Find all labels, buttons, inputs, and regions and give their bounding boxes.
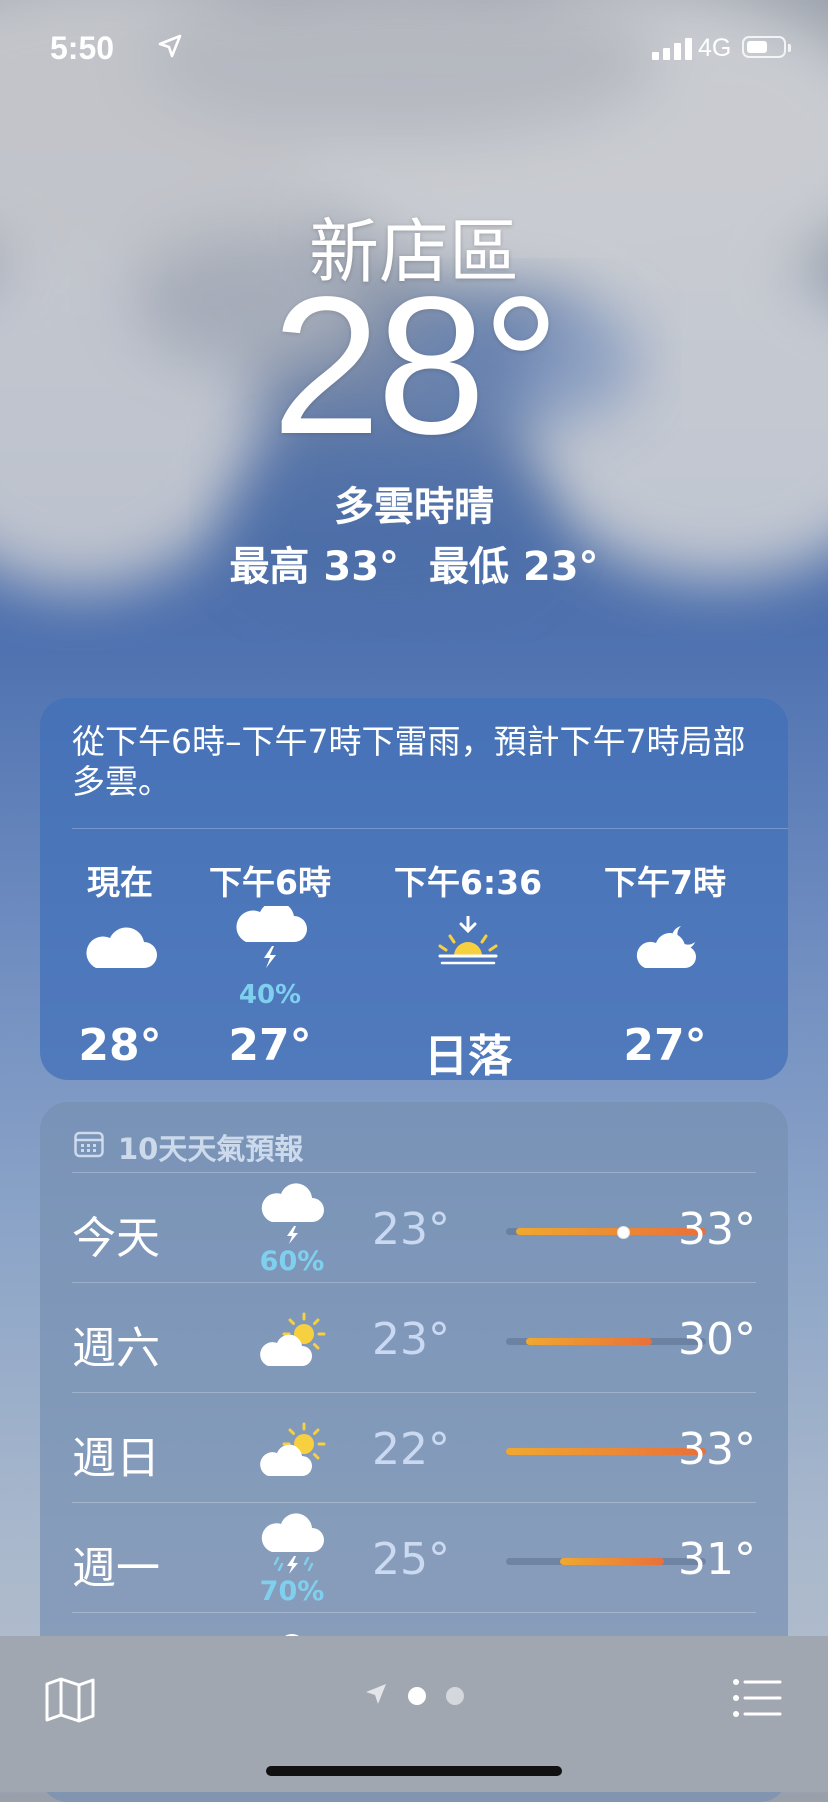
temperature-range-bar [506, 1448, 706, 1455]
divider [72, 828, 788, 829]
partly-sunny-icon [232, 1402, 352, 1492]
divider [72, 1282, 756, 1283]
hourly-forecast-card[interactable]: 從下午6時–下午7時下雷雨，預計下午7時局部多雲。 現在 28° 下午6時 40… [40, 698, 788, 1082]
forecast-day: 週六 [72, 1323, 160, 1374]
temperature-range-fill [560, 1558, 664, 1565]
forecast-day: 週日 [72, 1433, 160, 1484]
page-dot-active[interactable] [408, 1687, 426, 1705]
forecast-day: 今天 [72, 1213, 160, 1264]
battery-icon [742, 36, 791, 58]
status-bar: 5:50 4G [0, 0, 828, 100]
precipitation-chance: 60% [259, 1246, 325, 1277]
hour-item: 現在 28° [40, 856, 200, 1071]
hour-label: 現在 [87, 863, 153, 902]
hour-temperature: 27° [228, 1020, 312, 1071]
cellular-signal-icon [652, 38, 692, 60]
current-temperature-marker [617, 1226, 630, 1239]
temperature-range-bar [506, 1338, 706, 1345]
high-temperature: 最高 33° [229, 544, 400, 590]
low-temperature: 22° [372, 1424, 450, 1475]
forecast-title: 10天天氣預報 [118, 1132, 304, 1166]
divider [72, 1502, 756, 1503]
temperature-range-bar [506, 1226, 706, 1239]
location-arrow-icon [158, 34, 182, 62]
forecast-row[interactable]: 今天 60% 23° 33° [72, 1172, 756, 1282]
temperature-range-fill [526, 1338, 652, 1345]
thunderstorm-icon [190, 901, 350, 976]
network-type: 4G [698, 34, 732, 62]
high-temperature: 33° [678, 1204, 756, 1255]
cloud-moon-icon [585, 916, 745, 986]
low-temperature: 23° [372, 1314, 450, 1365]
hour-item: 下午6:36 日落 [348, 856, 588, 1082]
high-temperature: 30° [678, 1314, 756, 1365]
forecast-row[interactable]: 週一 70% 25° 31° [72, 1502, 756, 1612]
divider [72, 1172, 756, 1173]
current-temperature: 28° [271, 256, 560, 475]
hour-temperature: 27° [623, 1020, 707, 1071]
calendar-icon [74, 1130, 104, 1165]
weather-summary: 從下午6時–下午7時下雷雨，預計下午7時局部多雲。 [72, 722, 746, 801]
hour-temperature: 28° [78, 1020, 162, 1071]
partly-sunny-icon [232, 1292, 352, 1382]
divider [72, 1612, 756, 1613]
hour-label: 下午7時 [604, 863, 726, 902]
low-temperature: 最低 23° [428, 544, 599, 590]
high-temperature: 33° [678, 1424, 756, 1475]
cloud-icon [40, 916, 200, 986]
precipitation-chance: 70% [259, 1576, 325, 1607]
sunset-icon [348, 914, 588, 986]
forecast-row[interactable]: 週六 23° 30° [72, 1282, 756, 1392]
precipitation-chance: 40% [238, 980, 302, 1010]
low-temperature: 23° [372, 1204, 450, 1255]
current-condition: 多雲時晴 [334, 484, 494, 530]
list-icon[interactable] [732, 1678, 782, 1722]
hour-label: 下午6:36 [393, 863, 543, 902]
low-temperature: 25° [372, 1534, 450, 1585]
temperature-range-fill [506, 1448, 706, 1455]
divider [72, 1392, 756, 1393]
hour-item: 下午7時 27° [585, 856, 745, 1071]
forecast-header: 10天天氣預報 [74, 1126, 303, 1168]
home-indicator[interactable] [266, 1766, 562, 1776]
high-temperature: 31° [678, 1534, 756, 1585]
forecast-day: 週一 [72, 1543, 160, 1594]
sunset-label: 日落 [424, 1031, 512, 1082]
temperature-range-bar [506, 1558, 706, 1565]
page-indicator[interactable] [364, 1682, 464, 1710]
page-dot[interactable] [446, 1687, 464, 1705]
hour-item: 下午6時 40% 27° [190, 856, 350, 1071]
map-icon[interactable] [44, 1676, 96, 1728]
current-location-icon[interactable] [364, 1682, 388, 1710]
high-low-temperature: 最高 33° 最低 23° [0, 534, 828, 592]
status-time: 5:50 [50, 30, 115, 66]
forecast-row[interactable]: 週日 22° 33° [72, 1392, 756, 1502]
hour-label: 下午6時 [209, 863, 331, 902]
